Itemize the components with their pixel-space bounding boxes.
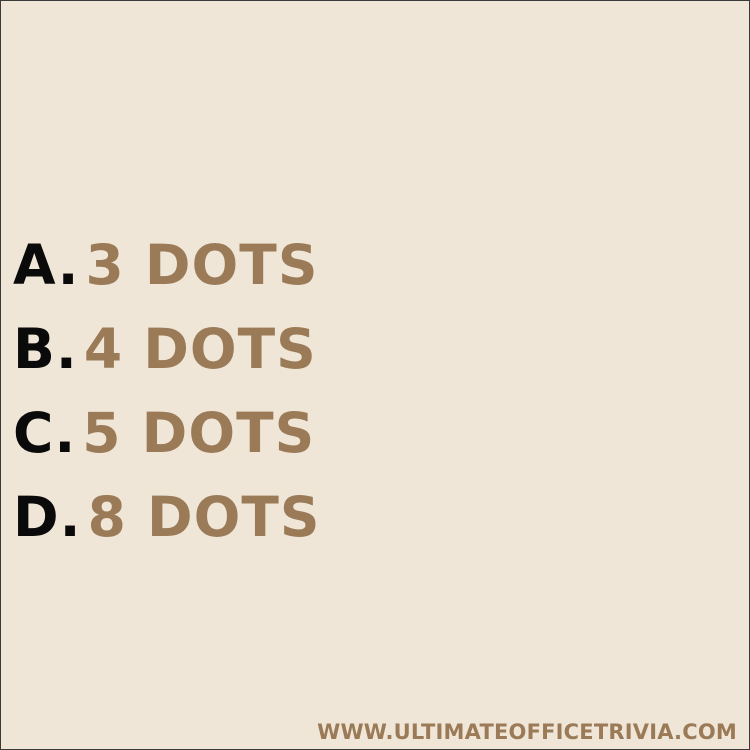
answer-options-list: A. 3 DOTS B. 4 DOTS C. 5 DOTS D. 8 DOTS xyxy=(13,223,321,559)
option-text: 8 DOTS xyxy=(87,484,321,549)
option-letter: D. xyxy=(13,484,82,549)
answer-option-a: A. 3 DOTS xyxy=(13,223,321,307)
option-letter: A. xyxy=(13,232,80,297)
website-url: WWW.ULTIMATEOFFICETRIVIA.COM xyxy=(317,720,737,744)
answer-option-d: D. 8 DOTS xyxy=(13,475,321,559)
option-letter: B. xyxy=(13,316,78,381)
answer-option-b: B. 4 DOTS xyxy=(13,307,321,391)
option-text: 5 DOTS xyxy=(82,400,316,465)
option-text: 4 DOTS xyxy=(83,316,317,381)
option-text: 3 DOTS xyxy=(85,232,319,297)
option-letter: C. xyxy=(13,400,77,465)
answer-option-c: C. 5 DOTS xyxy=(13,391,321,475)
trivia-card: A. 3 DOTS B. 4 DOTS C. 5 DOTS D. 8 DOTS … xyxy=(0,0,750,750)
